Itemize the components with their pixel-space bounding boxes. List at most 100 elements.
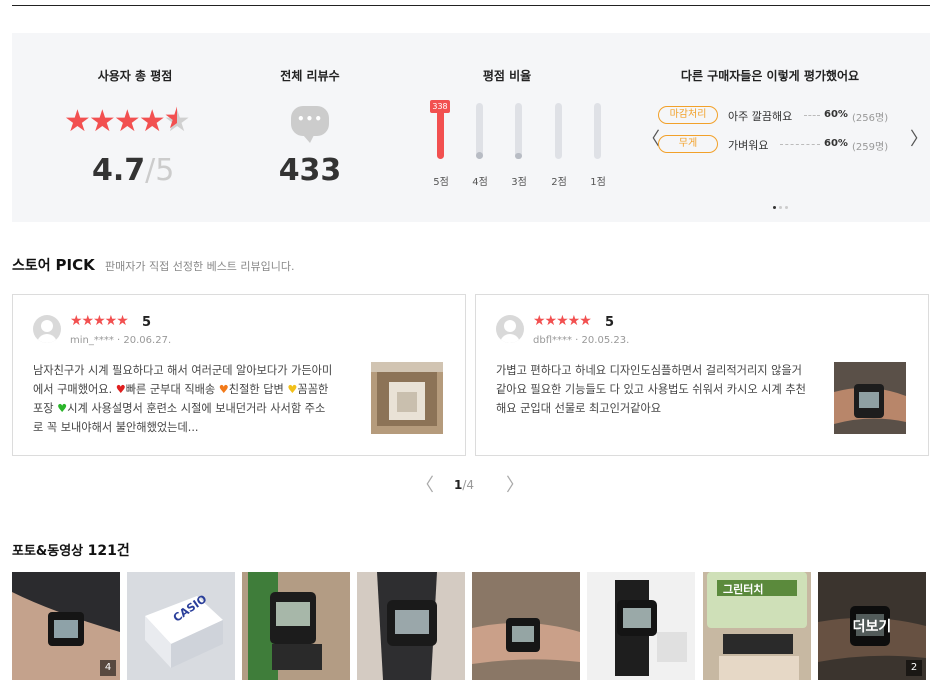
review-stars: ★★★★★: [533, 313, 592, 329]
photo-thumb[interactable]: 더보기 2: [818, 572, 926, 680]
star-icon: ★: [88, 104, 116, 139]
star-icon: ★: [113, 104, 141, 139]
evaluation-percent: 60%: [824, 109, 848, 120]
review-text: 시계 사용설명서 훈련소 시절에 보내던거라 사서함 주소로 꼭 보내야해서 불…: [33, 402, 326, 434]
review-count-section: 전체 리뷰수 ••• 433: [240, 33, 380, 222]
review-date: 20.05.23.: [581, 335, 630, 346]
store-pick-title-bold: PICK: [55, 256, 95, 274]
review-text: 빠른 군부대 직배송: [125, 383, 219, 396]
carousel-dot[interactable]: [773, 206, 776, 209]
review-photo[interactable]: [834, 362, 906, 434]
rating-ratio-section: 평점 비율 5점 338 4점 3점 2점 1점: [407, 33, 607, 222]
review-stars: ★★★★★: [70, 313, 129, 329]
carousel-dot[interactable]: [785, 206, 788, 209]
rating-max: 5: [155, 153, 175, 188]
rating-bar-label: 4점: [472, 177, 488, 188]
evaluation-tag: 무게: [658, 135, 718, 153]
review-text: 친절한 답변: [228, 383, 288, 396]
review-user: dbfl****: [533, 335, 572, 346]
evaluation-text: 아주 깔끔해요: [728, 110, 793, 123]
photo-section-label: 포토&동영상: [12, 544, 84, 559]
rating-bar-label: 3점: [511, 177, 527, 188]
rating-bar: [476, 103, 483, 159]
rating-stars: ★★★★★: [64, 104, 191, 139]
photo-thumb[interactable]: 그린터치: [703, 572, 811, 680]
review-meta: dbfl**** · 20.05.23.: [533, 335, 630, 346]
photo-thumb[interactable]: [472, 572, 580, 680]
review-pager: 〈 1/4 〉: [410, 476, 534, 496]
evaluation-row: 마감처리 아주 깔끔해요 60% (256명): [658, 106, 898, 124]
buyer-evaluation-title: 다른 구매자들은 이렇게 평가했어요: [680, 69, 860, 83]
evaluation-row: 무게 가벼워요 60% (259명): [658, 135, 898, 153]
photo-thumb[interactable]: CASIO: [127, 572, 235, 680]
evaluation-tag: 마감처리: [658, 106, 718, 124]
heart-yellow-icon: ♥: [287, 383, 298, 396]
rating-bar-fill: [515, 153, 522, 159]
more-photos-label[interactable]: 더보기: [818, 616, 926, 636]
photo-thumb[interactable]: 4: [12, 572, 120, 680]
evaluation-count: (256명): [852, 113, 889, 124]
pager-number: 1/4: [454, 478, 474, 492]
total-rating-title: 사용자 총 평점: [97, 69, 173, 83]
heart-red-icon: ♥: [115, 383, 126, 396]
avatar: [33, 315, 61, 343]
product-brand-text: 그린터치: [723, 583, 764, 596]
photo-section-title: 포토&동영상 121건: [12, 540, 130, 560]
photo-count-badge: 4: [100, 660, 116, 676]
review-meta: min_**** · 20.06.27.: [70, 335, 172, 346]
rating-bar-fill: [476, 152, 483, 159]
pager-total: 4: [466, 478, 475, 492]
review-score: 5: [142, 315, 152, 330]
review-count-value: 433: [278, 153, 342, 188]
heart-green-icon: ♥: [57, 402, 68, 415]
star-icon: ★: [64, 104, 91, 139]
avatar: [496, 315, 524, 343]
rating-bar: [594, 103, 601, 159]
evaluation-text: 가벼워요: [728, 139, 769, 152]
evaluation-dash: [804, 115, 820, 116]
rating-slash: /: [145, 153, 156, 188]
store-pick-description: 판매자가 직접 선정한 베스트 리뷰입니다.: [105, 260, 295, 273]
store-pick-title: 스토어 PICK: [12, 255, 95, 275]
rating-bar-badge: 338: [430, 100, 450, 113]
rating-bar-label: 2점: [551, 177, 567, 188]
total-rating-section: 사용자 총 평점 ★★★★★ 4.7/5: [56, 33, 214, 222]
review-score: 5: [605, 315, 615, 330]
evaluation-dash: [780, 144, 820, 145]
carousel-dot[interactable]: [779, 206, 782, 209]
review-user: min_****: [70, 335, 114, 346]
photo-count-badge: 2: [906, 660, 922, 676]
rating-score: 4.7/5: [92, 153, 174, 188]
review-photo[interactable]: [371, 362, 443, 434]
rating-bar-label: 5점: [433, 177, 449, 188]
review-count-title: 전체 리뷰수: [280, 69, 340, 83]
rating-bar: [515, 103, 522, 159]
photo-thumb[interactable]: [357, 572, 465, 680]
half-star-icon: ★: [164, 104, 191, 139]
store-pick-title-prefix: 스토어: [12, 258, 51, 274]
rating-bar: [555, 103, 562, 159]
heart-orange-icon: ♥: [218, 383, 229, 396]
rating-value: 4.7: [92, 153, 146, 188]
photo-thumb[interactable]: [587, 572, 695, 680]
rating-bar-label: 1점: [590, 177, 606, 188]
evaluation-percent: 60%: [824, 138, 848, 149]
chevron-left-icon[interactable]: 〈: [416, 476, 434, 496]
buyer-evaluation-section: 다른 구매자들은 이렇게 평가했어요 〈 〉 마감처리 아주 깔끔해요 60% …: [624, 33, 930, 222]
chevron-right-icon[interactable]: 〉: [506, 476, 524, 496]
photo-thumb[interactable]: [242, 572, 350, 680]
top-divider: [12, 5, 930, 6]
photo-section-count: 121건: [87, 543, 130, 559]
review-body: 가볍고 편하다고 하네요 디자인도심플하면서 걸리적거리지 않을거같아요 필요한…: [496, 364, 806, 415]
star-icon: ★: [138, 104, 166, 139]
rating-ratio-title: 평점 비율: [482, 69, 532, 83]
review-date: 20.06.27.: [123, 335, 172, 346]
review-summary-panel: 사용자 총 평점 ★★★★★ 4.7/5 전체 리뷰수 ••• 433 평점 비…: [12, 33, 930, 222]
speech-bubble-icon: •••: [291, 106, 329, 143]
carousel-dots: [773, 194, 791, 213]
review-card[interactable]: ★★★★★ 5 dbfl**** · 20.05.23. 가볍고 편하다고 하네…: [475, 294, 929, 456]
review-body: 남자친구가 시계 필요하다고 해서 여러군데 알아보다가 가든아미에서 구매했어…: [33, 361, 333, 437]
review-card[interactable]: ★★★★★ 5 min_**** · 20.06.27. 남자친구가 시계 필요…: [12, 294, 466, 456]
chevron-right-icon[interactable]: 〉: [910, 131, 928, 149]
evaluation-count: (259명): [852, 142, 889, 153]
